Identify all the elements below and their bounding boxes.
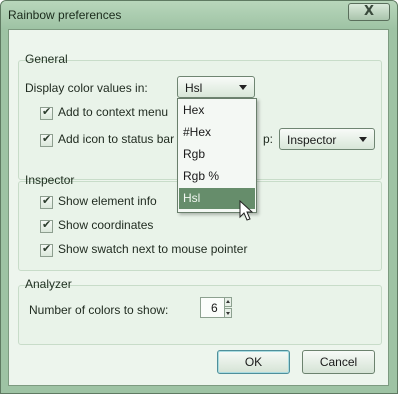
ok-button[interactable]: OK	[217, 350, 290, 374]
dropdown-option-hash-hex[interactable]: #Hex	[179, 122, 255, 143]
status-bar-value: Inspector	[287, 133, 337, 147]
element-info-checkbox[interactable]	[40, 194, 53, 209]
display-color-label: Display color values in:	[25, 81, 148, 95]
dropdown-option-rgb[interactable]: Rgb	[179, 144, 255, 165]
coordinates-label: Show coordinates	[58, 218, 154, 232]
status-bar-checkbox[interactable]	[40, 132, 53, 147]
swatch-checkbox[interactable]	[40, 242, 53, 257]
title-bar[interactable]: Rainbow preferences X	[1, 1, 397, 29]
general-group-label: General	[25, 52, 68, 66]
cancel-button[interactable]: Cancel	[302, 350, 375, 374]
dropdown-option-rgb-percent[interactable]: Rgb %	[179, 166, 255, 187]
status-bar-label: Add icon to status bar	[58, 132, 175, 146]
analyzer-group-label: Analyzer	[25, 277, 72, 291]
chevron-down-icon	[359, 137, 367, 142]
display-color-dropdown: Hex #Hex Rgb Rgb % Hsl	[177, 98, 257, 213]
close-icon: X	[364, 4, 375, 19]
dropdown-option-hex[interactable]: Hex	[179, 100, 255, 121]
status-bar-select[interactable]: Inspector	[279, 128, 375, 150]
window-title: Rainbow preferences	[8, 8, 122, 22]
pointer-cursor-icon	[239, 200, 254, 221]
preferences-window: Rainbow preferences X General Display co…	[0, 0, 398, 394]
num-colors-stepper[interactable]	[224, 297, 232, 318]
context-menu-label: Add to context menu	[58, 105, 169, 119]
display-color-value: Hsl	[185, 81, 203, 95]
close-button[interactable]: X	[348, 3, 390, 21]
chevron-down-icon	[239, 85, 247, 90]
coordinates-checkbox[interactable]	[40, 218, 53, 233]
display-color-select[interactable]: Hsl	[177, 76, 255, 98]
num-colors-value: 6	[211, 301, 218, 315]
stepper-down-icon[interactable]	[224, 308, 232, 318]
num-colors-input[interactable]: 6	[200, 297, 225, 318]
context-menu-checkbox[interactable]	[40, 105, 53, 120]
element-info-label: Show element info	[58, 194, 157, 208]
stepper-up-icon[interactable]	[224, 297, 232, 307]
num-colors-label: Number of colors to show:	[29, 303, 169, 317]
inspector-group-label: Inspector	[25, 173, 75, 187]
status-bar-suffix: p:	[263, 132, 274, 146]
swatch-label: Show swatch next to mouse pointer	[58, 242, 248, 256]
